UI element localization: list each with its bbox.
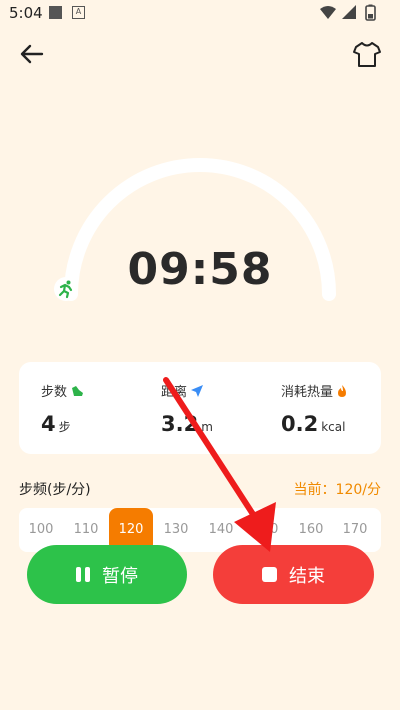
stat-label: 消耗热量 bbox=[281, 385, 334, 400]
flame-icon bbox=[338, 384, 347, 397]
running-person-icon bbox=[54, 277, 78, 301]
stat-value: 4 bbox=[41, 412, 56, 436]
stat-label: 步数 bbox=[41, 385, 68, 400]
stat-value: 0.2 bbox=[281, 412, 319, 436]
status-icons bbox=[320, 4, 376, 21]
status-bar: 5:04 A bbox=[0, 0, 400, 26]
notification-square-icon bbox=[49, 6, 62, 19]
end-button-label: 结束 bbox=[289, 565, 325, 587]
cadence-current: 当前：120/分 bbox=[293, 482, 381, 498]
stop-icon bbox=[262, 567, 277, 582]
cadence-title: 步频(步/分) bbox=[19, 482, 91, 498]
navigation-arrow-icon bbox=[191, 384, 204, 397]
battery-icon bbox=[365, 4, 376, 21]
pause-button[interactable]: 暂停 bbox=[27, 545, 187, 604]
stat-label: 距离 bbox=[161, 385, 188, 400]
stats-card: 步数 4步 距离 3.2 m 消耗热量 0.2 kcal bbox=[19, 362, 381, 454]
stat-unit: m bbox=[201, 420, 213, 434]
status-time: 5:04 bbox=[9, 4, 43, 22]
app-a-icon: A bbox=[72, 6, 85, 19]
t-shirt-icon[interactable] bbox=[352, 39, 382, 69]
end-button[interactable]: 结束 bbox=[213, 545, 374, 604]
stat-unit: 步 bbox=[58, 420, 71, 434]
stat-unit: kcal bbox=[321, 420, 346, 434]
stat-value: 3.2 bbox=[161, 412, 199, 436]
wifi-icon bbox=[320, 6, 336, 19]
pause-icon bbox=[76, 567, 90, 582]
pause-button-label: 暂停 bbox=[102, 565, 138, 587]
signal-icon bbox=[342, 5, 356, 19]
shoe-icon bbox=[72, 385, 84, 396]
arrow-left-icon[interactable] bbox=[18, 40, 46, 68]
